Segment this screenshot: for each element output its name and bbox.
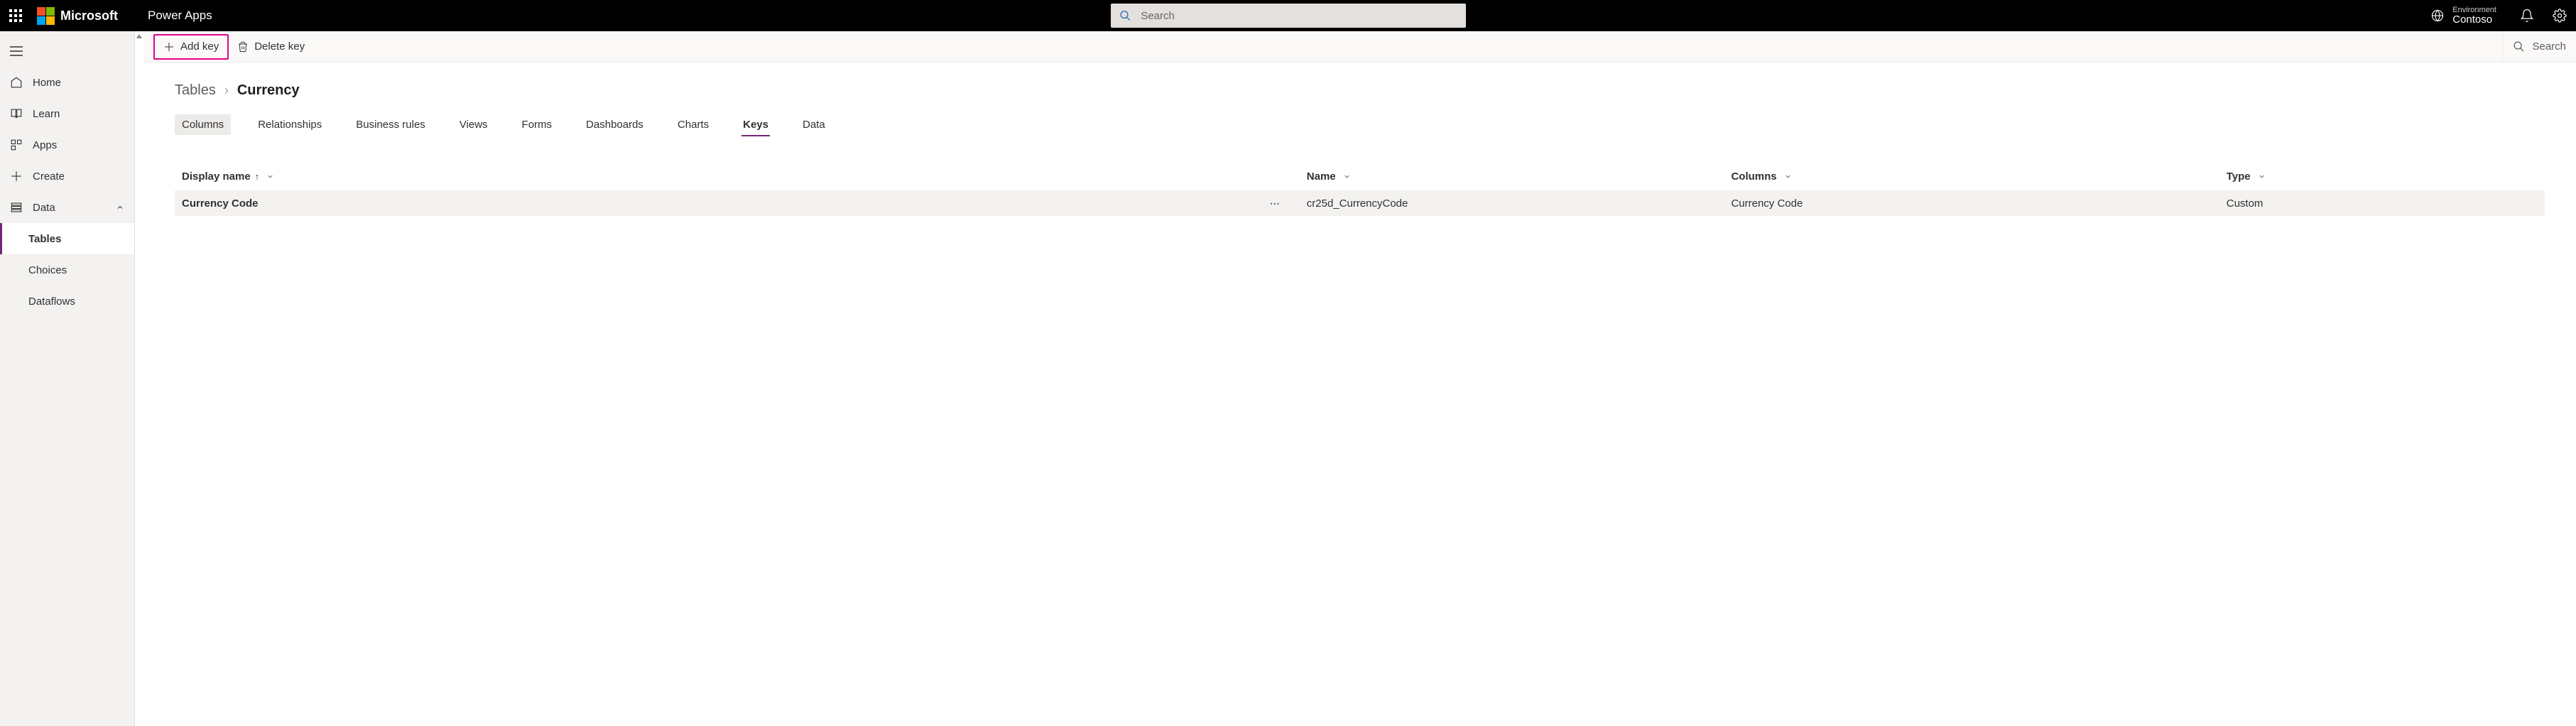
add-key-label: Add key	[180, 40, 219, 53]
keys-table: Display name ↑ Name Columns Type	[143, 162, 2576, 216]
content-area: Add key Delete key Search Tables › Curre…	[143, 31, 2576, 726]
chevron-down-icon	[1343, 173, 1351, 180]
command-bar: Add key Delete key Search	[143, 31, 2576, 63]
chevron-right-icon: ›	[224, 83, 229, 98]
row-display-name: Currency Code	[182, 197, 259, 210]
tab-keys[interactable]: Keys	[736, 114, 776, 138]
nav-learn-label: Learn	[33, 108, 60, 120]
table-header: Display name ↑ Name Columns Type	[175, 162, 2545, 190]
search-icon	[2513, 40, 2525, 53]
nav-data-label: Data	[33, 202, 55, 214]
data-icon	[10, 201, 23, 214]
sort-ascending-icon: ↑	[255, 171, 260, 182]
add-key-button[interactable]: Add key	[153, 34, 229, 60]
scrollbar-up-icon[interactable]	[135, 32, 143, 40]
col-type[interactable]: Type	[2227, 170, 2545, 183]
breadcrumb: Tables › Currency	[143, 63, 2576, 99]
nav-tables-label: Tables	[28, 233, 61, 245]
tab-dashboards[interactable]: Dashboards	[579, 114, 651, 138]
content-search-label: Search	[2532, 40, 2566, 53]
content-search[interactable]: Search	[2502, 31, 2576, 62]
nav-choices[interactable]: Choices	[0, 254, 134, 286]
tab-relationships[interactable]: Relationships	[251, 114, 329, 138]
chevron-down-icon	[266, 173, 274, 180]
nav-dataflows-label: Dataflows	[28, 296, 75, 308]
row-more-menu[interactable]: ⋯	[1270, 197, 1281, 210]
apps-icon	[10, 139, 23, 151]
nav-home-label: Home	[33, 77, 61, 89]
microsoft-logo-icon	[37, 7, 55, 25]
nav-dataflows[interactable]: Dataflows	[0, 286, 134, 317]
table-row[interactable]: Currency Code ⋯ cr25d_CurrencyCode Curre…	[175, 190, 2545, 216]
col-type-label: Type	[2227, 170, 2251, 183]
settings-button[interactable]	[2543, 0, 2576, 31]
microsoft-logo: Microsoft	[37, 7, 118, 25]
delete-key-label: Delete key	[254, 40, 305, 53]
environment-picker[interactable]: Environment Contoso	[2417, 6, 2511, 26]
row-columns: Currency Code	[1731, 197, 2226, 210]
tab-views[interactable]: Views	[452, 114, 495, 138]
row-name: cr25d_CurrencyCode	[1307, 197, 1732, 210]
breadcrumb-current: Currency	[237, 82, 300, 99]
chevron-down-icon	[2258, 173, 2266, 180]
col-display-name-label: Display name	[182, 170, 251, 183]
tab-forms[interactable]: Forms	[515, 114, 560, 138]
tab-data[interactable]: Data	[795, 114, 832, 138]
row-type: Custom	[2227, 197, 2545, 210]
global-header: Microsoft Power Apps Environment Contoso	[0, 0, 2576, 31]
trash-icon	[237, 41, 249, 53]
nav-apps[interactable]: Apps	[0, 129, 134, 161]
col-name[interactable]: Name	[1307, 170, 1732, 183]
delete-key-button[interactable]: Delete key	[229, 34, 313, 60]
col-columns-label: Columns	[1731, 170, 1776, 183]
book-icon	[10, 107, 23, 120]
global-search[interactable]	[1111, 4, 1466, 28]
tab-charts[interactable]: Charts	[670, 114, 716, 138]
global-search-input[interactable]	[1141, 10, 1457, 22]
nav-learn[interactable]: Learn	[0, 98, 134, 129]
home-icon	[10, 76, 23, 89]
tab-bar: Columns Relationships Business rules Vie…	[143, 99, 2576, 138]
nav-apps-label: Apps	[33, 139, 57, 151]
left-nav: Home Learn Apps Create Data Tables Choic…	[0, 31, 135, 726]
plus-icon	[163, 41, 175, 53]
col-columns[interactable]: Columns	[1731, 170, 2226, 183]
nav-create-label: Create	[33, 170, 65, 183]
nav-collapse-button[interactable]	[0, 36, 134, 67]
tab-columns[interactable]: Columns	[175, 114, 231, 135]
search-icon	[1119, 9, 1131, 22]
globe-icon	[2431, 9, 2444, 22]
col-name-label: Name	[1307, 170, 1336, 183]
gear-icon	[2553, 9, 2567, 23]
breadcrumb-parent[interactable]: Tables	[175, 82, 216, 99]
tab-business-rules[interactable]: Business rules	[349, 114, 433, 138]
hamburger-icon	[10, 46, 23, 56]
col-display-name[interactable]: Display name ↑	[175, 170, 1307, 183]
notifications-button[interactable]	[2511, 0, 2543, 31]
app-name[interactable]: Power Apps	[148, 9, 212, 23]
chevron-down-icon	[1784, 173, 1792, 180]
nav-home[interactable]: Home	[0, 67, 134, 98]
environment-label: Environment	[2452, 6, 2496, 14]
nav-choices-label: Choices	[28, 264, 67, 276]
environment-name: Contoso	[2452, 14, 2496, 26]
microsoft-text: Microsoft	[60, 9, 118, 23]
nav-create[interactable]: Create	[0, 161, 134, 192]
app-launcher-icon[interactable]	[0, 0, 31, 31]
bell-icon	[2520, 9, 2534, 23]
plus-icon	[10, 170, 23, 183]
nav-tables[interactable]: Tables	[0, 223, 134, 254]
chevron-up-icon	[116, 203, 124, 212]
nav-data[interactable]: Data	[0, 192, 134, 223]
